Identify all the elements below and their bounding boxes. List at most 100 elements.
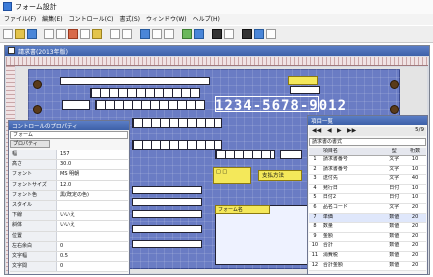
form-field[interactable] (132, 210, 202, 218)
form-field[interactable] (62, 100, 90, 110)
image-tool-icon[interactable] (182, 29, 192, 39)
record-navigator: ◀◀ ◀ ▶ ▶▶ 5/9 (309, 127, 426, 136)
item-length: 10 (411, 194, 419, 201)
paste-icon[interactable] (92, 29, 102, 39)
item-row[interactable]: 8 数量 数値 20 (309, 223, 426, 233)
item-row[interactable]: 11 消費税 数値 20 (309, 251, 426, 262)
property-value[interactable] (57, 200, 128, 211)
property-value[interactable]: 30.0 (57, 160, 128, 170)
property-row[interactable]: スタイル (10, 200, 128, 212)
property-row[interactable]: 下線 いいえ (10, 211, 128, 222)
box-tool-icon[interactable] (194, 29, 204, 39)
column-header-type[interactable]: 型 (384, 148, 404, 155)
item-row[interactable]: 12 合計金額 数値 20 (309, 261, 426, 272)
menu-edit[interactable]: 編集(E) (42, 14, 62, 25)
barcode-tool-icon[interactable] (212, 29, 222, 39)
form-field[interactable] (132, 186, 202, 194)
property-value[interactable]: 黒(既定の色) (57, 190, 128, 200)
payment-method-label: 支払方法 (262, 173, 285, 179)
form-field-cells[interactable] (132, 140, 222, 150)
item-length: 20 (411, 242, 419, 249)
form-field-cells[interactable] (132, 118, 222, 128)
form-field-cells[interactable] (90, 88, 200, 98)
zoom-out-icon[interactable] (122, 29, 132, 39)
form-field[interactable] (280, 150, 302, 159)
last-record-button[interactable]: ▶▶ (347, 127, 356, 134)
property-value[interactable]: 0 (57, 262, 128, 272)
menu-file[interactable]: ファイル(F) (4, 14, 36, 25)
property-value[interactable]: いいえ (57, 211, 128, 221)
print-preview-icon[interactable] (56, 29, 66, 39)
form-field[interactable] (60, 77, 210, 85)
column-header-length[interactable]: 桁数 (404, 148, 426, 155)
menu-window[interactable]: ウィンドウ(W) (146, 14, 187, 25)
payment-method-field[interactable]: 支払方法 (258, 170, 302, 181)
property-row[interactable]: 左右余白 0 (10, 241, 128, 252)
property-value[interactable]: MS 明朝 (57, 170, 128, 180)
highlighted-field[interactable] (288, 76, 318, 85)
column-header-no[interactable] (309, 148, 321, 155)
next-record-button[interactable]: ▶ (337, 127, 342, 134)
property-row[interactable]: 文字幅 0.5 (10, 251, 128, 263)
prev-record-button[interactable]: ◀ (327, 127, 332, 134)
property-row[interactable]: 斜体 いいえ (10, 221, 128, 232)
open-folder-icon[interactable] (15, 29, 25, 39)
property-row[interactable]: フォント MS 明朝 (10, 170, 128, 181)
detail-table-header[interactable]: フォーム名 (215, 205, 270, 214)
form-field-cells[interactable] (95, 100, 205, 110)
cut-icon[interactable] (68, 29, 78, 39)
item-row[interactable]: 1 請求書番号 文字 10 (309, 156, 426, 166)
property-row[interactable]: 位置 (10, 231, 128, 242)
menu-control[interactable]: コントロール(C) (69, 14, 114, 25)
print-icon[interactable] (44, 29, 54, 39)
copy-icon[interactable] (80, 29, 90, 39)
form-field[interactable] (132, 198, 202, 206)
property-row[interactable]: フォントサイズ 12.0 (10, 180, 128, 191)
item-name: 送付先 (322, 175, 338, 182)
property-row[interactable]: 文字間 0 (10, 262, 128, 273)
checkbox-group[interactable]: □ □ (213, 167, 251, 184)
item-list-selector[interactable]: 請求書の書式 (309, 138, 426, 146)
item-row[interactable]: 9 金額 数値 20 (309, 232, 426, 243)
item-row[interactable]: 3 送付先 文字 40 (309, 175, 426, 185)
item-length: 10 (411, 156, 419, 162)
item-row[interactable]: 4 発行日 日付 10 (309, 184, 426, 195)
save-icon[interactable] (27, 29, 37, 39)
properties-title: コントロールのプロパティ (12, 124, 78, 130)
form-field-cells[interactable] (215, 150, 275, 159)
line-tool-icon[interactable] (224, 29, 234, 39)
menu-format[interactable]: 書式(S) (120, 14, 141, 25)
item-row-selected[interactable]: 7 単価 数値 20 (309, 213, 426, 224)
text-tool-icon[interactable] (152, 29, 162, 39)
form-field[interactable] (132, 225, 202, 233)
zoom-in-icon[interactable] (110, 29, 120, 39)
property-value[interactable]: 157 (57, 150, 128, 160)
property-row[interactable]: フォント色 黒(既定の色) (10, 190, 128, 201)
menu-bar: ファイル(F) 編集(E) コントロール(C) 書式(S) ウィンドウ(W) ヘ… (0, 14, 433, 25)
property-value[interactable] (57, 231, 128, 241)
property-row[interactable]: 高さ 30.0 (10, 160, 128, 171)
field-tool-icon[interactable] (164, 29, 174, 39)
item-row[interactable]: 5 日付2 日付 10 (309, 194, 426, 204)
menu-help[interactable]: ヘルプ(H) (193, 14, 220, 25)
property-value[interactable]: 0 (57, 241, 128, 251)
new-file-icon[interactable] (3, 29, 13, 39)
detail-table[interactable] (215, 205, 310, 265)
item-row[interactable]: 10 合計 数値 20 (309, 242, 426, 252)
tab-properties[interactable]: プロパティ (10, 140, 50, 148)
form-field[interactable] (290, 86, 320, 94)
settings-icon[interactable] (266, 29, 276, 39)
column-header-name[interactable]: 項目名 (321, 148, 384, 155)
item-row[interactable]: 6 品名コード 文字 20 (309, 203, 426, 214)
select-tool-icon[interactable] (140, 29, 150, 39)
first-record-button[interactable]: ◀◀ (312, 127, 321, 134)
property-value[interactable]: いいえ (57, 221, 128, 231)
table-tool-icon[interactable] (254, 29, 264, 39)
item-row[interactable]: 2 請求書番号 文字 10 (309, 165, 426, 176)
property-value[interactable]: 0.5 (57, 251, 128, 262)
grid-icon[interactable] (242, 29, 252, 39)
object-selector[interactable]: フォーム (10, 131, 128, 139)
property-value[interactable]: 12.0 (57, 180, 128, 190)
form-field[interactable] (132, 240, 202, 248)
property-row[interactable]: 幅 157 (10, 150, 128, 161)
